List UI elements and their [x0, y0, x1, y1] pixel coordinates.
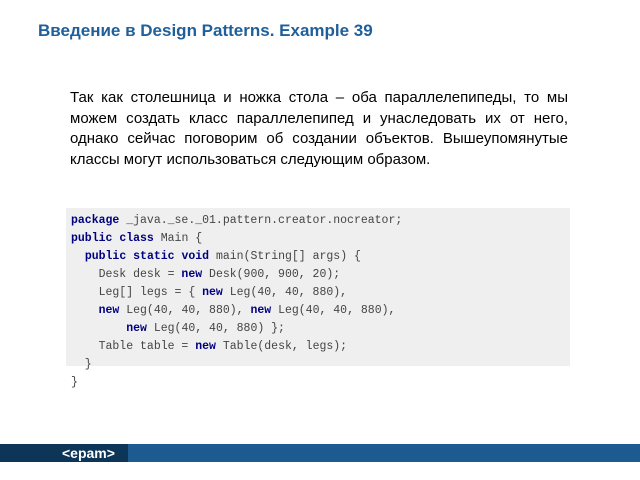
code-keyword: new	[202, 286, 223, 299]
code-keyword: public	[84, 250, 127, 263]
code-text: Table(desk, legs);	[215, 340, 348, 353]
epam-logo: <epam>	[62, 445, 115, 461]
code-line: }	[71, 356, 570, 374]
code-text: Table table =	[71, 340, 196, 353]
code-text: Leg[] legs = {	[71, 286, 203, 299]
code-keyword: public	[71, 232, 113, 245]
code-line: Table table = new Table(desk, legs);	[71, 338, 570, 356]
code-keyword: new	[98, 304, 120, 317]
code-keyword: new	[126, 322, 147, 335]
code-line: new Leg(40, 40, 880), new Leg(40, 40, 88…	[71, 302, 570, 320]
code-keyword: new	[195, 340, 216, 353]
code-text: }	[71, 376, 78, 389]
code-keyword: void	[181, 250, 210, 263]
code-line: package _java._se._01.pattern.creator.no…	[71, 212, 570, 230]
code-line: new Leg(40, 40, 880) };	[71, 320, 570, 338]
code-keyword: class	[119, 232, 154, 245]
code-keyword: static	[133, 250, 175, 263]
code-text: _java._se._01.pattern.creator.nocreator;	[119, 214, 403, 227]
code-text: Leg(40, 40, 880) };	[146, 322, 285, 335]
footer-bar: <epam>	[0, 444, 640, 462]
code-keyword: new	[181, 268, 203, 281]
code-text: }	[71, 358, 92, 371]
slide-title: Введение в Design Patterns. Example 39	[38, 21, 373, 40]
code-line: Leg[] legs = { new Leg(40, 40, 880),	[71, 284, 570, 302]
code-keyword: new	[250, 304, 272, 317]
code-text: Desk(900, 900, 20);	[202, 268, 341, 281]
code-text: main(String[] args) {	[209, 250, 361, 263]
code-line: public class Main {	[71, 230, 570, 248]
code-block: package _java._se._01.pattern.creator.no…	[66, 208, 570, 389]
code-line: }	[71, 374, 570, 392]
code-line: Desk desk = new Desk(900, 900, 20);	[71, 266, 570, 284]
code-keyword: package	[71, 214, 120, 227]
code-text: Leg(40, 40, 880),	[222, 286, 348, 299]
code-text: Leg(40, 40, 880),	[119, 304, 251, 317]
code-text: Desk desk =	[71, 268, 182, 281]
code-line: public static void main(String[] args) {	[71, 248, 570, 266]
body-paragraph: Так как столешница и ножка стола – оба п…	[70, 89, 568, 168]
code-text: Leg(40, 40, 880),	[271, 304, 396, 317]
code-text: Main {	[153, 232, 203, 245]
